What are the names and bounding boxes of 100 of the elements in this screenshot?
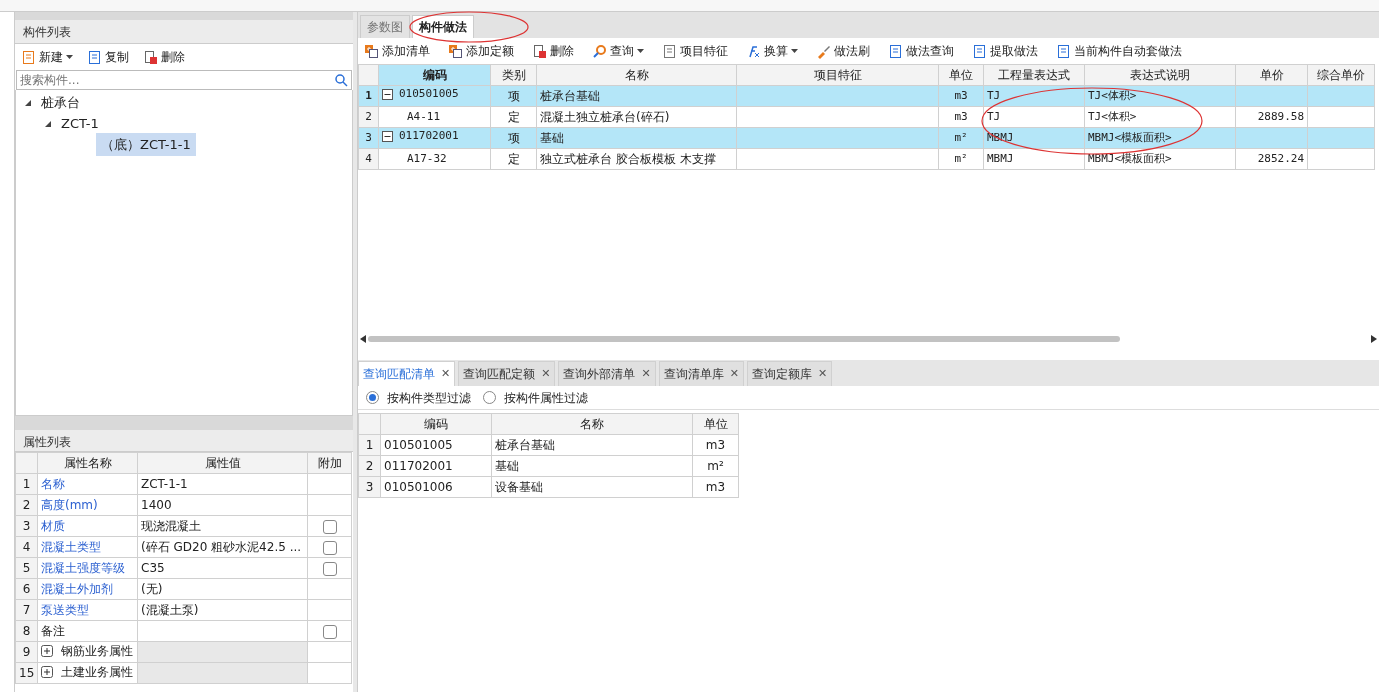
checkbox[interactable] bbox=[322, 561, 337, 576]
column-header: 类别 bbox=[490, 64, 537, 86]
panel-title: 构件列表 bbox=[15, 20, 353, 44]
column-header: 名称 bbox=[536, 64, 737, 86]
close-button[interactable]: ✕ bbox=[641, 365, 651, 383]
property-name: 材质 bbox=[37, 515, 138, 537]
column-header: 单位 bbox=[692, 413, 739, 435]
table-cell: 混凝土独立桩承台(碎石) bbox=[536, 106, 737, 128]
row-number: 1 bbox=[358, 85, 379, 107]
magnifier-icon bbox=[592, 43, 607, 59]
caret-icon bbox=[791, 48, 798, 54]
search-field[interactable]: 搜索构件... bbox=[16, 70, 352, 90]
tab[interactable]: 参数图 bbox=[360, 15, 410, 38]
property-name: 混凝土外加剂 bbox=[37, 578, 138, 600]
row-number: 3 bbox=[15, 515, 38, 537]
row-number: 2 bbox=[15, 494, 38, 516]
row-number: 5 bbox=[15, 557, 38, 579]
delete-button[interactable]: 删除 bbox=[141, 47, 187, 67]
close-button[interactable]: ✕ bbox=[541, 365, 551, 383]
fx-button[interactable]: 换算 bbox=[744, 41, 800, 61]
table-cell: 2889.58 bbox=[1235, 106, 1308, 128]
collapse-minus-icon[interactable] bbox=[382, 131, 393, 143]
tab[interactable]: 查询匹配清单 bbox=[363, 365, 435, 383]
row-number: 6 bbox=[15, 578, 38, 600]
checkbox[interactable] bbox=[322, 519, 337, 534]
document-list-button[interactable]: 当前构件自动套做法 bbox=[1054, 41, 1184, 61]
code-cell: A17-32 bbox=[378, 148, 491, 170]
document-search-icon bbox=[888, 43, 903, 59]
table-cell: 011702001 bbox=[380, 455, 492, 477]
add-quota-button[interactable]: 添加定额 bbox=[446, 41, 516, 61]
table-cell: MBMJ<模板面积> bbox=[1084, 148, 1236, 170]
checkbox[interactable] bbox=[322, 624, 337, 639]
column-header: 单位 bbox=[938, 64, 984, 86]
close-button[interactable]: ✕ bbox=[817, 365, 828, 383]
radio-option[interactable]: 按构件类型过滤 bbox=[366, 388, 471, 407]
tab[interactable]: 查询外部清单 bbox=[563, 365, 636, 383]
add-quota-icon bbox=[448, 43, 463, 59]
add-list-button[interactable]: 添加清单 bbox=[362, 41, 432, 61]
close-button[interactable]: ✕ bbox=[729, 365, 739, 383]
row-number: 15 bbox=[15, 662, 38, 684]
column-header: 工程量表达式 bbox=[983, 64, 1085, 86]
table-cell: TJ bbox=[983, 106, 1085, 128]
table-cell: TJ<体积> bbox=[1084, 106, 1236, 128]
scrollbar-thumb[interactable] bbox=[368, 336, 1120, 342]
table-cell: 基础 bbox=[491, 455, 693, 477]
search-icon[interactable] bbox=[334, 73, 348, 87]
document-arrow-button[interactable]: 提取做法 bbox=[970, 41, 1040, 61]
delete-icon bbox=[143, 49, 158, 65]
copy-icon bbox=[87, 49, 102, 65]
new-file-button[interactable]: 新建 bbox=[19, 47, 75, 67]
collapse-minus-icon[interactable] bbox=[382, 89, 393, 101]
expand-triangle-icon[interactable] bbox=[44, 119, 52, 128]
table-cell: MBMJ bbox=[983, 148, 1085, 170]
delete-icon bbox=[532, 43, 547, 59]
column-header: 属性值 bbox=[137, 452, 308, 474]
tree-item[interactable]: （底）ZCT-1-1 bbox=[96, 132, 196, 157]
table-cell: m3 bbox=[938, 106, 984, 128]
table-cell: 010501006 bbox=[380, 476, 492, 498]
property-value: ZCT-1-1 bbox=[137, 473, 308, 495]
document-button[interactable]: 项目特征 bbox=[660, 41, 730, 61]
document-search-button[interactable]: 做法查询 bbox=[886, 41, 956, 61]
radio-option[interactable]: 按构件属性过滤 bbox=[483, 388, 588, 407]
document-icon bbox=[662, 43, 677, 59]
property-name: 名称 bbox=[37, 473, 138, 495]
expand-plus-icon[interactable] bbox=[41, 645, 53, 657]
expand-plus-icon[interactable] bbox=[41, 666, 53, 678]
tab[interactable]: 查询匹配定额 bbox=[463, 365, 536, 383]
row-number: 3 bbox=[358, 127, 379, 149]
caret-icon bbox=[637, 48, 644, 54]
table-cell: 桩承台基础 bbox=[491, 434, 693, 456]
table-cell: 基础 bbox=[536, 127, 737, 149]
fx-icon bbox=[746, 43, 761, 59]
table-cell: m² bbox=[938, 148, 984, 170]
new-file-icon bbox=[21, 49, 36, 65]
brush-icon bbox=[816, 43, 831, 59]
tab[interactable]: 查询清单库 bbox=[663, 365, 724, 383]
delete-button[interactable]: 删除 bbox=[530, 41, 576, 61]
tab[interactable]: 构件做法 bbox=[412, 15, 474, 38]
copy-button[interactable]: 复制 bbox=[85, 47, 131, 67]
row-number: 2 bbox=[358, 455, 381, 477]
property-name: 混凝土强度等级 bbox=[37, 557, 138, 579]
column-header: 综合单价 bbox=[1307, 64, 1375, 86]
property-value: (无) bbox=[137, 578, 308, 600]
close-button[interactable]: ✕ bbox=[441, 365, 451, 383]
code-text: 010501005 bbox=[399, 86, 459, 103]
scroll-left-icon[interactable] bbox=[360, 335, 366, 343]
brush-button[interactable]: 做法刷 bbox=[814, 41, 872, 61]
code-cell: A4-11 bbox=[378, 106, 491, 128]
tab[interactable]: 查询定额库 bbox=[751, 365, 812, 383]
table-cell: 2852.24 bbox=[1235, 148, 1308, 170]
column-header: 属性名称 bbox=[37, 452, 138, 474]
expand-triangle-icon[interactable] bbox=[24, 98, 32, 107]
radio-button[interactable] bbox=[483, 391, 496, 404]
scroll-right-icon[interactable] bbox=[1371, 335, 1377, 343]
radio-button[interactable] bbox=[366, 391, 379, 404]
table-cell: 桩承台基础 bbox=[536, 85, 737, 107]
column-header: 附加 bbox=[307, 452, 352, 474]
column-header: 名称 bbox=[491, 413, 693, 435]
magnifier-button[interactable]: 查询 bbox=[590, 41, 646, 61]
checkbox[interactable] bbox=[322, 540, 337, 555]
